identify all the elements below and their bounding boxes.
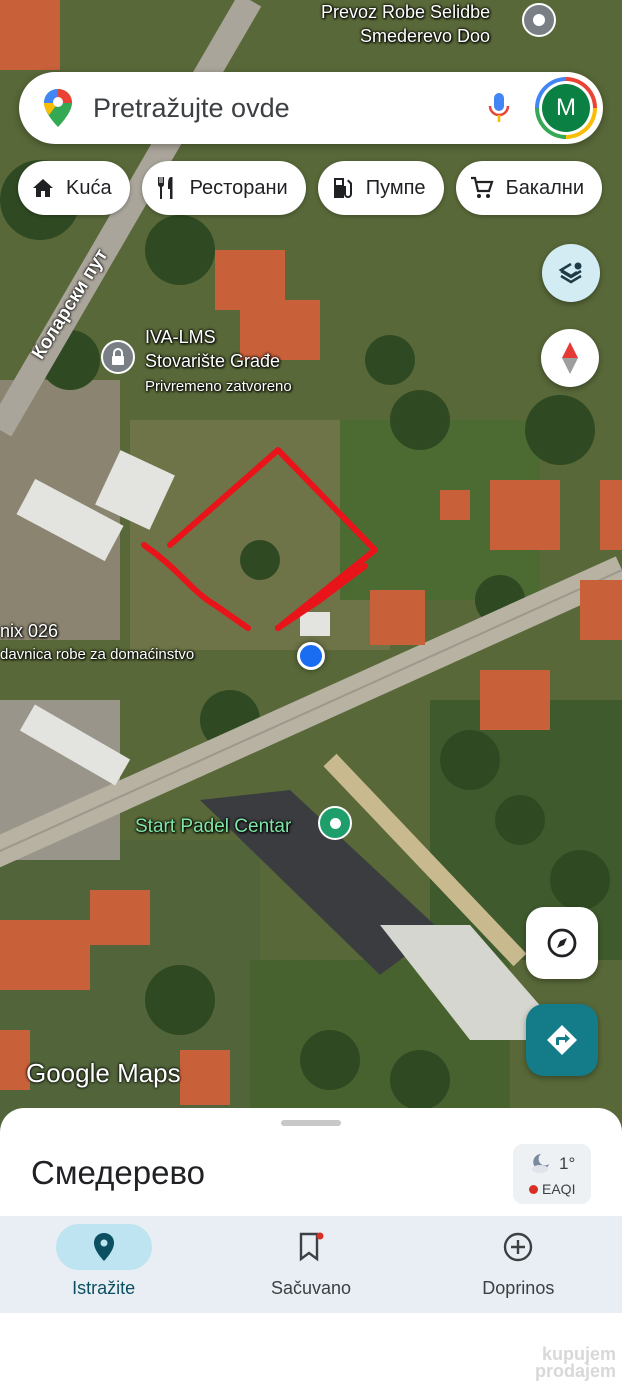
poi-label-iva[interactable]: IVA-LMS — [145, 327, 216, 348]
search-input[interactable]: Pretražujte ovde — [93, 93, 485, 124]
poi-status-closed: Privremeno zatvoreno — [145, 378, 292, 395]
nav-explore[interactable]: Istražite — [0, 1216, 207, 1313]
add-circle-icon — [504, 1232, 533, 1262]
bookmark-icon — [299, 1232, 324, 1262]
nav-contribute[interactable]: Doprinos — [415, 1216, 622, 1313]
home-icon — [33, 179, 53, 197]
weather-chip[interactable]: 1° EAQI — [513, 1144, 591, 1204]
microphone-icon[interactable] — [485, 88, 513, 128]
poi-label-padel[interactable]: Start Padel Centar — [135, 816, 291, 837]
google-maps-logo-icon — [44, 89, 72, 127]
place-pin-icon — [93, 1233, 114, 1261]
nav-label: Sačuvano — [270, 1278, 352, 1298]
grocery-cart-icon — [470, 176, 494, 198]
cloudy-night-icon — [532, 1154, 549, 1173]
poi-label-shop-line2: davnica robe za domaćinstvo — [0, 646, 195, 663]
layers-button[interactable] — [542, 244, 600, 302]
place-title: Смедерево — [31, 1154, 205, 1191]
poi-label-iva-line2[interactable]: Stovarište Građe — [145, 351, 280, 372]
search-bar[interactable]: Pretražujte ovde M — [19, 72, 603, 144]
chip-groceries[interactable]: Бакални — [455, 161, 603, 215]
poi-pin-padel[interactable] — [318, 806, 352, 840]
chip-label: Пумпе — [365, 176, 426, 199]
chip-gas-stations[interactable]: Пумпе — [317, 161, 444, 215]
temperature: 1° — [559, 1154, 576, 1173]
restaurant-icon — [157, 177, 173, 199]
current-location-dot — [297, 642, 325, 670]
explore-nearby-button[interactable] — [526, 907, 598, 979]
compass-button[interactable] — [541, 329, 599, 387]
chip-restaurants[interactable]: Ресторани — [141, 161, 306, 215]
directions-button[interactable] — [526, 1004, 598, 1076]
category-chips: Kuća Ресторани Пумпе Бакални — [18, 161, 603, 215]
avatar-letter: M — [542, 84, 590, 132]
account-avatar[interactable]: M — [535, 77, 597, 139]
poi-label-transport[interactable]: Prevoz Robe Selidbe — [321, 2, 490, 23]
chip-label: Ресторани — [189, 176, 288, 199]
nav-label: Doprinos — [482, 1278, 555, 1298]
layers-icon — [558, 262, 582, 284]
nav-saved[interactable]: Sačuvano — [207, 1216, 414, 1313]
nav-label: Istražite — [72, 1278, 136, 1298]
google-maps-watermark: Google Maps — [26, 1058, 181, 1088]
poi-pin-transport[interactable] — [522, 3, 556, 37]
gas-station-icon — [333, 178, 352, 198]
chip-home[interactable]: Kuća — [18, 161, 130, 215]
watermark-overlay: kupujem prodajem — [534, 1345, 616, 1381]
bottom-navigation: Istražite Sačuvano Doprinos — [0, 1216, 622, 1313]
chip-label: Kuća — [66, 176, 112, 199]
air-quality: EAQI — [529, 1181, 575, 1197]
chip-label: Бакални — [505, 176, 585, 199]
poi-label-shop[interactable]: nix 026 — [0, 621, 58, 642]
directions-icon — [547, 1025, 577, 1055]
lock-icon[interactable] — [101, 340, 135, 374]
navigation-compass-icon — [547, 928, 577, 958]
drag-handle[interactable] — [281, 1120, 341, 1126]
watermark-line2: prodajem — [534, 1361, 616, 1381]
compass-needle-icon — [562, 342, 578, 374]
poi-label-transport-line2[interactable]: Smederevo Doo — [360, 26, 490, 47]
